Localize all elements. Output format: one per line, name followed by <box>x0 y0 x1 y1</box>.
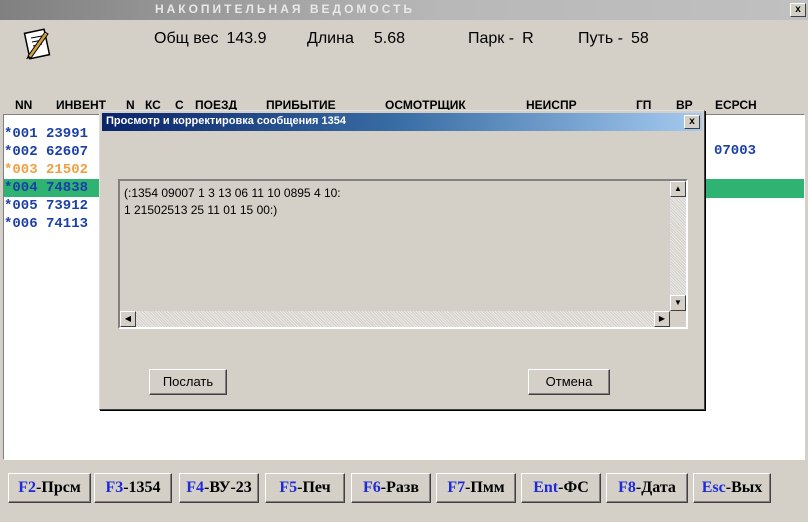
scroll-up-icon[interactable]: ▲ <box>670 181 686 197</box>
scroll-left-icon[interactable]: ◀ <box>120 311 136 327</box>
message-textarea[interactable]: (:1354 09007 1 3 13 06 11 10 0895 4 10: … <box>118 179 688 329</box>
park-value: R <box>522 30 534 47</box>
row-text: *006 74113 <box>4 216 89 232</box>
park-info: Парк - R <box>468 30 534 48</box>
row-text: *003 21502 <box>4 162 89 178</box>
title-bar: НАКОПИТЕЛЬНАЯ ВЕДОМОСТЬ x <box>0 0 808 20</box>
fkey-text: -Вых <box>725 479 763 496</box>
scroll-right-icon[interactable]: ▶ <box>654 311 670 327</box>
fkey-text: -ФС <box>558 479 589 496</box>
window-title: НАКОПИТЕЛЬНАЯ ВЕДОМОСТЬ <box>154 2 416 16</box>
column-header-esrsn: ЕСРСН <box>715 98 757 112</box>
fkey-key: F6 <box>363 479 381 496</box>
weight-info: Общ вес 143.9 <box>154 30 266 48</box>
row-text: *001 23991 <box>4 126 89 142</box>
vertical-scrollbar[interactable]: ▲ ▼ <box>670 181 686 311</box>
fkey-text: -Прсм <box>36 479 81 496</box>
send-button[interactable]: Послать <box>149 369 227 395</box>
f5-print-button[interactable]: F5-Печ <box>265 473 345 503</box>
fkey-text: -Пмм <box>465 479 505 496</box>
row-text: *005 73912 <box>4 198 89 214</box>
fkey-key: F4 <box>186 479 204 496</box>
edit-message-dialog: Просмотр и корректировка сообщения 1354 … <box>99 110 705 410</box>
weight-label: Общ вес <box>154 30 219 47</box>
f6-expand-button[interactable]: F6-Разв <box>351 473 431 503</box>
weight-value: 143.9 <box>226 30 267 47</box>
length-label: Длина <box>307 30 354 47</box>
dialog-title: Просмотр и корректировка сообщения 1354 <box>106 115 347 127</box>
track-label: Путь - <box>578 30 623 47</box>
f8-date-button[interactable]: F8-Дата <box>606 473 688 503</box>
fkey-text: -Дата <box>635 479 676 496</box>
fkey-key: F5 <box>279 479 298 496</box>
scroll-down-icon[interactable]: ▼ <box>670 295 686 311</box>
length-info: Длина 5.68 <box>307 30 405 48</box>
horizontal-scrollbar[interactable]: ◀ ▶ <box>120 311 670 327</box>
track-value: 58 <box>630 30 649 47</box>
fkey-key: Ent <box>533 479 559 496</box>
fkey-key: F7 <box>447 479 466 496</box>
park-label: Парк - <box>468 30 515 47</box>
fkey-text: -Печ <box>297 479 331 496</box>
selected-row-highlight <box>704 180 804 198</box>
f3-1354-button[interactable]: F3-1354 <box>94 473 172 503</box>
length-value: 5.68 <box>373 30 405 47</box>
f2-view-button[interactable]: F2-Прсм <box>8 473 91 503</box>
dialog-close-button[interactable]: x <box>684 115 700 129</box>
fkey-key: Esc <box>701 479 726 496</box>
cancel-button[interactable]: Отмена <box>528 369 610 395</box>
enter-fs-button[interactable]: Ent-ФС <box>521 473 601 503</box>
column-header-nn: NN <box>15 98 33 112</box>
fkey-key: F3 <box>105 479 124 496</box>
document-edit-icon[interactable] <box>20 26 56 62</box>
close-button[interactable]: x <box>790 3 806 17</box>
fkey-key: F8 <box>618 479 636 496</box>
esrsn-value: 07003 <box>714 143 757 159</box>
row-text: *002 62607 <box>4 144 89 160</box>
esc-exit-button[interactable]: Esc-Вых <box>693 473 771 503</box>
fkey-text: -ВУ-23 <box>204 479 252 496</box>
dialog-title-bar: Просмотр и корректировка сообщения 1354 … <box>102 113 702 131</box>
track-info: Путь - 58 <box>578 30 649 48</box>
f4-vu23-button[interactable]: F4-ВУ-23 <box>179 473 259 503</box>
scrollbar-corner <box>670 311 686 327</box>
fkey-text: -Разв <box>380 479 419 496</box>
row-text: *004 74838 <box>4 180 89 196</box>
f7-pmm-button[interactable]: F7-Пмм <box>436 473 516 503</box>
fkey-key: F2 <box>18 479 37 496</box>
fkey-text: -1354 <box>123 479 161 496</box>
message-text[interactable]: (:1354 09007 1 3 13 06 11 10 0895 4 10: … <box>124 185 341 219</box>
